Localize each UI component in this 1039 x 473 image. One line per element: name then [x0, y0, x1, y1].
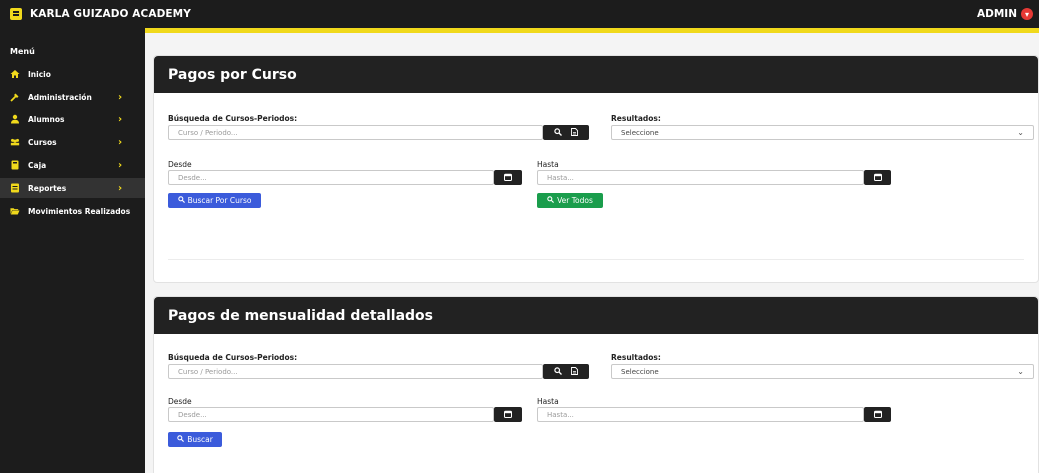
brand-title: KARLA GUIZADO ACADEMY: [30, 8, 191, 20]
search-actions: [543, 125, 589, 140]
hasta-input[interactable]: Hasta...: [537, 170, 864, 185]
sidebar-item-alumnos[interactable]: Alumnos ›: [0, 109, 145, 129]
search-input[interactable]: Curso / Periodo...: [168, 125, 543, 140]
file-icon[interactable]: [571, 127, 578, 138]
sidebar-item-label: Reportes: [28, 183, 67, 193]
desde-calendar-button[interactable]: [494, 407, 522, 422]
hasta-calendar-button[interactable]: [864, 170, 891, 185]
card-title: Pagos de mensualidad detallados: [154, 297, 1038, 334]
search-icon: [177, 196, 185, 205]
card-divider: [168, 259, 1024, 260]
sidebar: Menú Inicio Administración › Alumnos › C…: [0, 28, 145, 473]
chevron-right-icon: ›: [118, 136, 123, 148]
search-icon: [547, 196, 555, 205]
desde-input[interactable]: Desde...: [168, 407, 494, 422]
user-icon: [10, 114, 20, 124]
calendar-icon: [504, 173, 512, 183]
results-label: Resultados:: [611, 114, 661, 123]
buscar-por-curso-button[interactable]: Buscar Por Curso: [168, 193, 261, 208]
chevron-down-icon: ⌄: [1017, 367, 1024, 376]
search-actions: [543, 364, 589, 379]
results-label: Resultados:: [611, 353, 661, 362]
menu-label: Menú: [10, 47, 35, 56]
search-icon[interactable]: [554, 127, 562, 138]
menu-icon: [10, 8, 22, 20]
buscar-button[interactable]: Buscar: [168, 432, 222, 447]
results-select[interactable]: Seleccione ⌄: [611, 364, 1034, 379]
results-select[interactable]: Seleccione ⌄: [611, 125, 1034, 140]
buscar-label: Buscar: [187, 435, 213, 444]
chevron-right-icon: ›: [118, 159, 123, 171]
sidebar-item-label: Alumnos: [28, 114, 65, 124]
desde-label: Desde: [168, 397, 192, 406]
brand[interactable]: KARLA GUIZADO ACADEMY: [10, 8, 191, 20]
hasta-label: Hasta: [537, 397, 559, 406]
chevron-right-icon: ›: [118, 91, 123, 103]
results-select-value: Seleccione: [621, 367, 659, 376]
card-pagos-por-curso: Pagos por Curso Búsqueda de Cursos-Perio…: [153, 55, 1039, 283]
sidebar-item-movimientos[interactable]: Movimientos Realizados: [0, 201, 145, 221]
file-icon[interactable]: [571, 366, 578, 377]
ver-todos-button[interactable]: Ver Todos: [537, 193, 603, 208]
desde-label: Desde: [168, 160, 192, 169]
cash-icon: [10, 160, 20, 170]
calendar-icon: [504, 410, 512, 420]
sidebar-item-label: Caja: [28, 160, 47, 170]
sidebar-item-caja[interactable]: Caja ›: [0, 155, 145, 175]
sidebar-item-label: Administración: [28, 92, 92, 102]
ver-todos-label: Ver Todos: [557, 196, 593, 205]
chevron-down-icon: ▾: [1021, 8, 1033, 20]
user-menu[interactable]: ADMIN ▾: [977, 8, 1033, 20]
search-icon[interactable]: [554, 366, 562, 377]
search-label: Búsqueda de Cursos-Periodos:: [168, 114, 298, 123]
calendar-icon: [873, 410, 882, 420]
chevron-right-icon: ›: [118, 113, 123, 125]
sidebar-item-reportes[interactable]: Reportes ›: [0, 178, 145, 198]
top-bar: KARLA GUIZADO ACADEMY ADMIN ▾: [0, 0, 1039, 28]
calendar-icon: [873, 173, 882, 183]
results-select-value: Seleccione: [621, 128, 659, 137]
hasta-label: Hasta: [537, 160, 559, 169]
buscar-por-curso-label: Buscar Por Curso: [187, 196, 252, 205]
chevron-right-icon: ›: [118, 182, 123, 194]
report-icon: [10, 183, 20, 193]
desde-input[interactable]: Desde...: [168, 170, 494, 185]
chevron-down-icon: ⌄: [1017, 128, 1024, 137]
sidebar-item-cursos[interactable]: Cursos ›: [0, 132, 145, 152]
card-title: Pagos por Curso: [154, 56, 1038, 93]
sidebar-item-administracion[interactable]: Administración ›: [0, 87, 145, 107]
users-group-icon: [10, 137, 20, 147]
search-label: Búsqueda de Cursos-Periodos:: [168, 353, 298, 362]
search-input[interactable]: Curso / Periodo...: [168, 364, 543, 379]
sidebar-item-label: Inicio: [28, 69, 51, 79]
desde-calendar-button[interactable]: [494, 170, 522, 185]
sidebar-item-label: Movimientos Realizados: [28, 206, 131, 216]
folder-open-icon: [10, 206, 20, 216]
card-pagos-mensualidad: Pagos de mensualidad detallados Búsqueda…: [153, 296, 1039, 473]
hasta-input[interactable]: Hasta...: [537, 407, 864, 422]
hasta-calendar-button[interactable]: [864, 407, 891, 422]
tools-icon: [10, 92, 20, 102]
user-name: ADMIN: [977, 8, 1017, 20]
sidebar-item-inicio[interactable]: Inicio: [0, 64, 145, 84]
home-icon: [10, 69, 20, 79]
sidebar-item-label: Cursos: [28, 137, 57, 147]
search-icon: [177, 435, 185, 444]
